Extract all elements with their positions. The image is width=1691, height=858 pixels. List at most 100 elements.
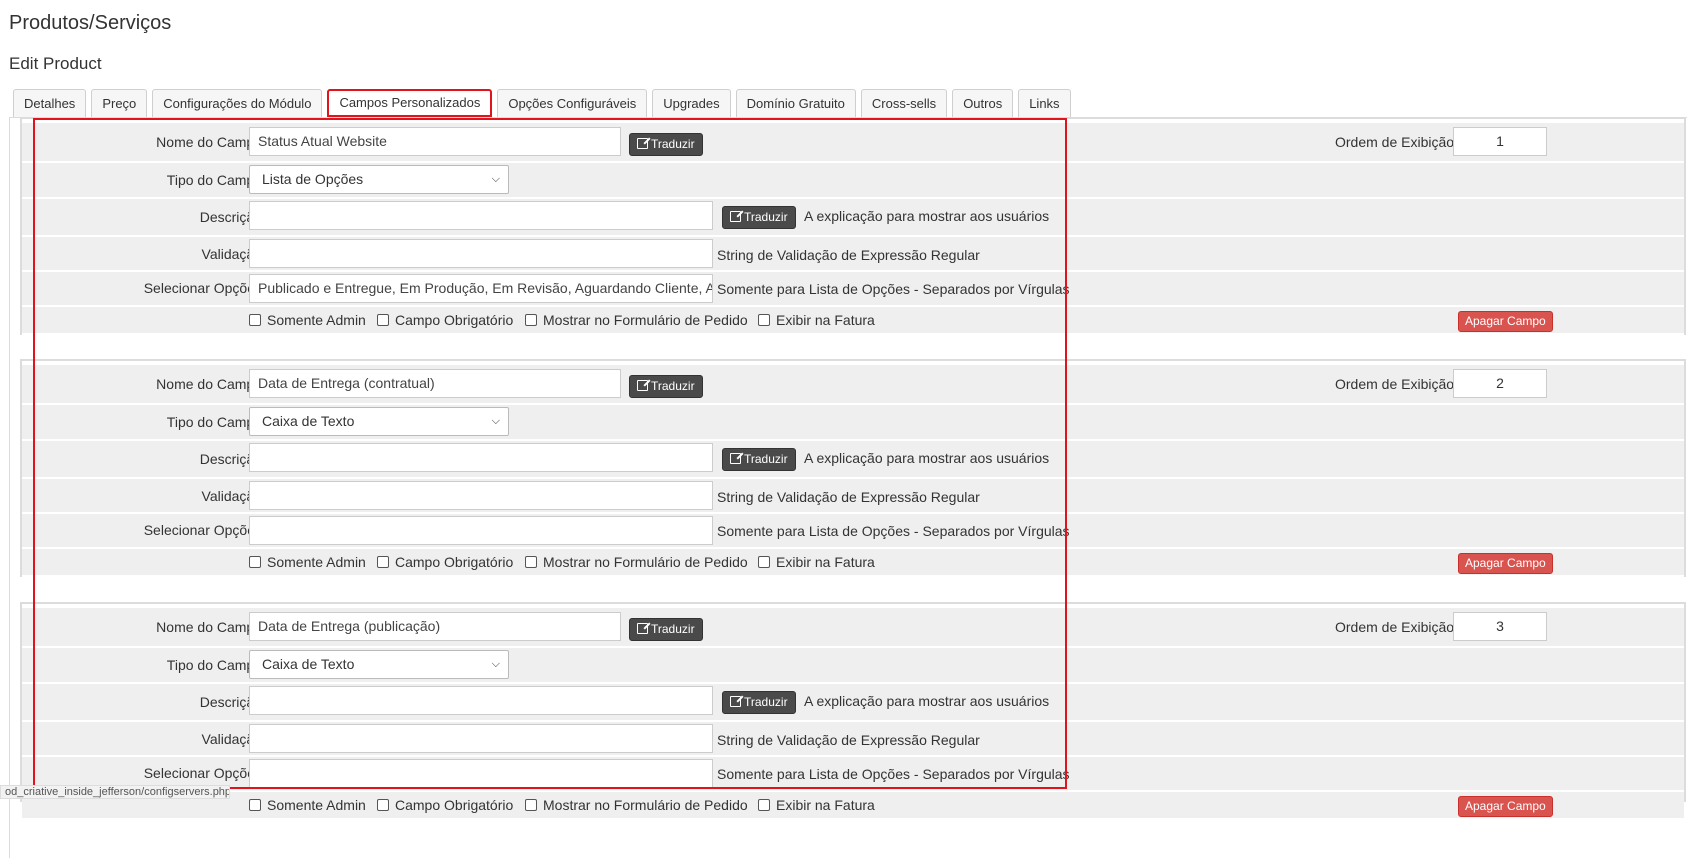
tab-cross-sells[interactable]: Cross-sells [860, 89, 948, 117]
edit-icon [637, 138, 648, 149]
field-name-input[interactable]: Data de Entrega (publicação) [249, 612, 621, 641]
required-checkbox[interactable]: Campo Obrigatório [377, 797, 513, 813]
edit-icon [730, 211, 741, 222]
description-input[interactable] [249, 443, 713, 472]
show-on-order-label: Mostrar no Formulário de Pedido [543, 312, 748, 328]
display-order-input[interactable]: 1 [1453, 127, 1547, 156]
validation-hint: String de Validação de Expressão Regular [717, 247, 980, 263]
label-select-options: Selecionar Opções [143, 280, 262, 296]
tab-configuracoes-modulo[interactable]: Configurações do Módulo [152, 89, 323, 117]
translate-name-button[interactable]: Traduzir [629, 133, 703, 156]
show-on-order-checkbox[interactable]: Mostrar no Formulário de Pedido [525, 312, 748, 328]
validation-input[interactable] [249, 724, 713, 753]
field-type-select[interactable]: Caixa de Texto ⌵ [249, 407, 509, 436]
label-validation: Validação [201, 488, 262, 504]
tab-links[interactable]: Links [1018, 89, 1071, 117]
label-select-options: Selecionar Opções [143, 522, 262, 538]
tab-upgrades[interactable]: Upgrades [652, 89, 731, 117]
row-field-type: Tipo do Campo Caixa de Texto ⌵ [22, 648, 1684, 684]
label-validation: Validação [201, 246, 262, 262]
chevron-down-icon: ⌵ [491, 415, 500, 427]
tab-outros[interactable]: Outros [952, 89, 1014, 117]
page-title: Produtos/Serviços [9, 12, 172, 34]
validation-input[interactable] [249, 481, 713, 510]
field-name-input[interactable]: Data de Entrega (contratual) [249, 369, 621, 398]
field-type-value: Lista de Opções [262, 171, 364, 187]
delete-field-button[interactable]: Apagar Campo [1458, 796, 1553, 817]
translate-name-button[interactable]: Traduzir [629, 375, 703, 398]
checkbox-icon [758, 314, 770, 326]
label-field-name: Nome do Campo [156, 376, 262, 392]
checkbox-icon [377, 799, 389, 811]
field-type-select[interactable]: Caixa de Texto ⌵ [249, 650, 509, 679]
admin-only-checkbox[interactable]: Somente Admin [249, 312, 366, 328]
checkbox-icon [758, 556, 770, 568]
delete-field-button[interactable]: Apagar Campo [1458, 311, 1553, 332]
validation-hint: String de Validação de Expressão Regular [717, 489, 980, 505]
label-description: Descrição [199, 451, 262, 467]
translate-label: Traduzir [744, 210, 788, 224]
field-type-select[interactable]: Lista de Opções ⌵ [249, 165, 509, 194]
field-name-input[interactable]: Status Atual Website [249, 127, 621, 156]
translate-label: Traduzir [651, 379, 695, 393]
chevron-down-icon: ⌵ [491, 173, 500, 185]
row-checkboxes: Somente Admin Campo Obrigatório Mostrar … [22, 307, 1684, 335]
label-validation: Validação [201, 731, 262, 747]
row-validation: Validação String de Validação de Express… [22, 237, 1684, 272]
required-label: Campo Obrigatório [395, 554, 514, 570]
tab-detalhes[interactable]: Detalhes [13, 89, 87, 117]
translate-name-button[interactable]: Traduzir [629, 618, 703, 641]
admin-only-label: Somente Admin [267, 797, 366, 813]
admin-only-checkbox[interactable]: Somente Admin [249, 554, 366, 570]
show-on-invoice-checkbox[interactable]: Exibir na Fatura [758, 554, 875, 570]
required-label: Campo Obrigatório [395, 312, 514, 328]
display-order-input[interactable]: 3 [1453, 612, 1547, 641]
translate-description-button[interactable]: Traduzir [722, 448, 796, 471]
edit-icon [730, 696, 741, 707]
options-hint: Somente para Lista de Opções - Separados… [717, 766, 1070, 782]
required-checkbox[interactable]: Campo Obrigatório [377, 554, 513, 570]
admin-only-checkbox[interactable]: Somente Admin [249, 797, 366, 813]
tab-preco[interactable]: Preço [91, 89, 148, 117]
select-options-input[interactable] [249, 759, 713, 788]
translate-description-button[interactable]: Traduzir [722, 206, 796, 229]
description-hint: A explicação para mostrar aos usuários [804, 208, 1050, 224]
row-select-options: Selecionar Opções Publicado e Entregue, … [22, 272, 1684, 307]
custom-field-block: Nome do Campo Data de Entrega (contratua… [20, 359, 1686, 577]
label-display-order: Ordem de Exibição [1335, 376, 1455, 392]
show-on-order-checkbox[interactable]: Mostrar no Formulário de Pedido [525, 797, 748, 813]
checkbox-icon [525, 314, 537, 326]
validation-input[interactable] [249, 239, 713, 268]
required-checkbox[interactable]: Campo Obrigatório [377, 312, 513, 328]
field-type-value: Caixa de Texto [262, 413, 355, 429]
chevron-down-icon: ⌵ [491, 658, 500, 670]
description-input[interactable] [249, 201, 713, 230]
checkbox-icon [525, 556, 537, 568]
select-options-input[interactable] [249, 516, 713, 545]
translate-description-button[interactable]: Traduzir [722, 691, 796, 714]
row-select-options: Selecionar Opções Somente para Lista de … [22, 757, 1684, 792]
row-validation: Validação String de Validação de Express… [22, 722, 1684, 757]
description-input[interactable] [249, 686, 713, 715]
select-options-input[interactable]: Publicado e Entregue, Em Produção, Em Re… [249, 274, 713, 303]
tab-campos-personalizados[interactable]: Campos Personalizados [327, 89, 493, 117]
label-description: Descrição [199, 209, 262, 225]
translate-label: Traduzir [651, 622, 695, 636]
row-description: Descrição Traduzir A explicação para mos… [22, 199, 1684, 237]
description-hint: A explicação para mostrar aos usuários [804, 693, 1050, 709]
show-on-order-checkbox[interactable]: Mostrar no Formulário de Pedido [525, 554, 748, 570]
tab-opcoes-configuraveis[interactable]: Opções Configuráveis [497, 89, 648, 117]
tab-dominio-gratuito[interactable]: Domínio Gratuito [735, 89, 856, 117]
display-order-input[interactable]: 2 [1453, 369, 1547, 398]
edit-icon [730, 453, 741, 464]
show-on-invoice-label: Exibir na Fatura [776, 797, 875, 813]
checkbox-icon [377, 314, 389, 326]
show-on-invoice-checkbox[interactable]: Exibir na Fatura [758, 312, 875, 328]
checkbox-icon [377, 556, 389, 568]
status-bar-url: od_criative_inside_jefferson/configserve… [0, 785, 230, 799]
row-checkboxes: Somente Admin Campo Obrigatório Mostrar … [22, 792, 1684, 820]
row-checkboxes: Somente Admin Campo Obrigatório Mostrar … [22, 549, 1684, 577]
delete-field-button[interactable]: Apagar Campo [1458, 553, 1553, 574]
checkbox-icon [249, 314, 261, 326]
show-on-invoice-checkbox[interactable]: Exibir na Fatura [758, 797, 875, 813]
